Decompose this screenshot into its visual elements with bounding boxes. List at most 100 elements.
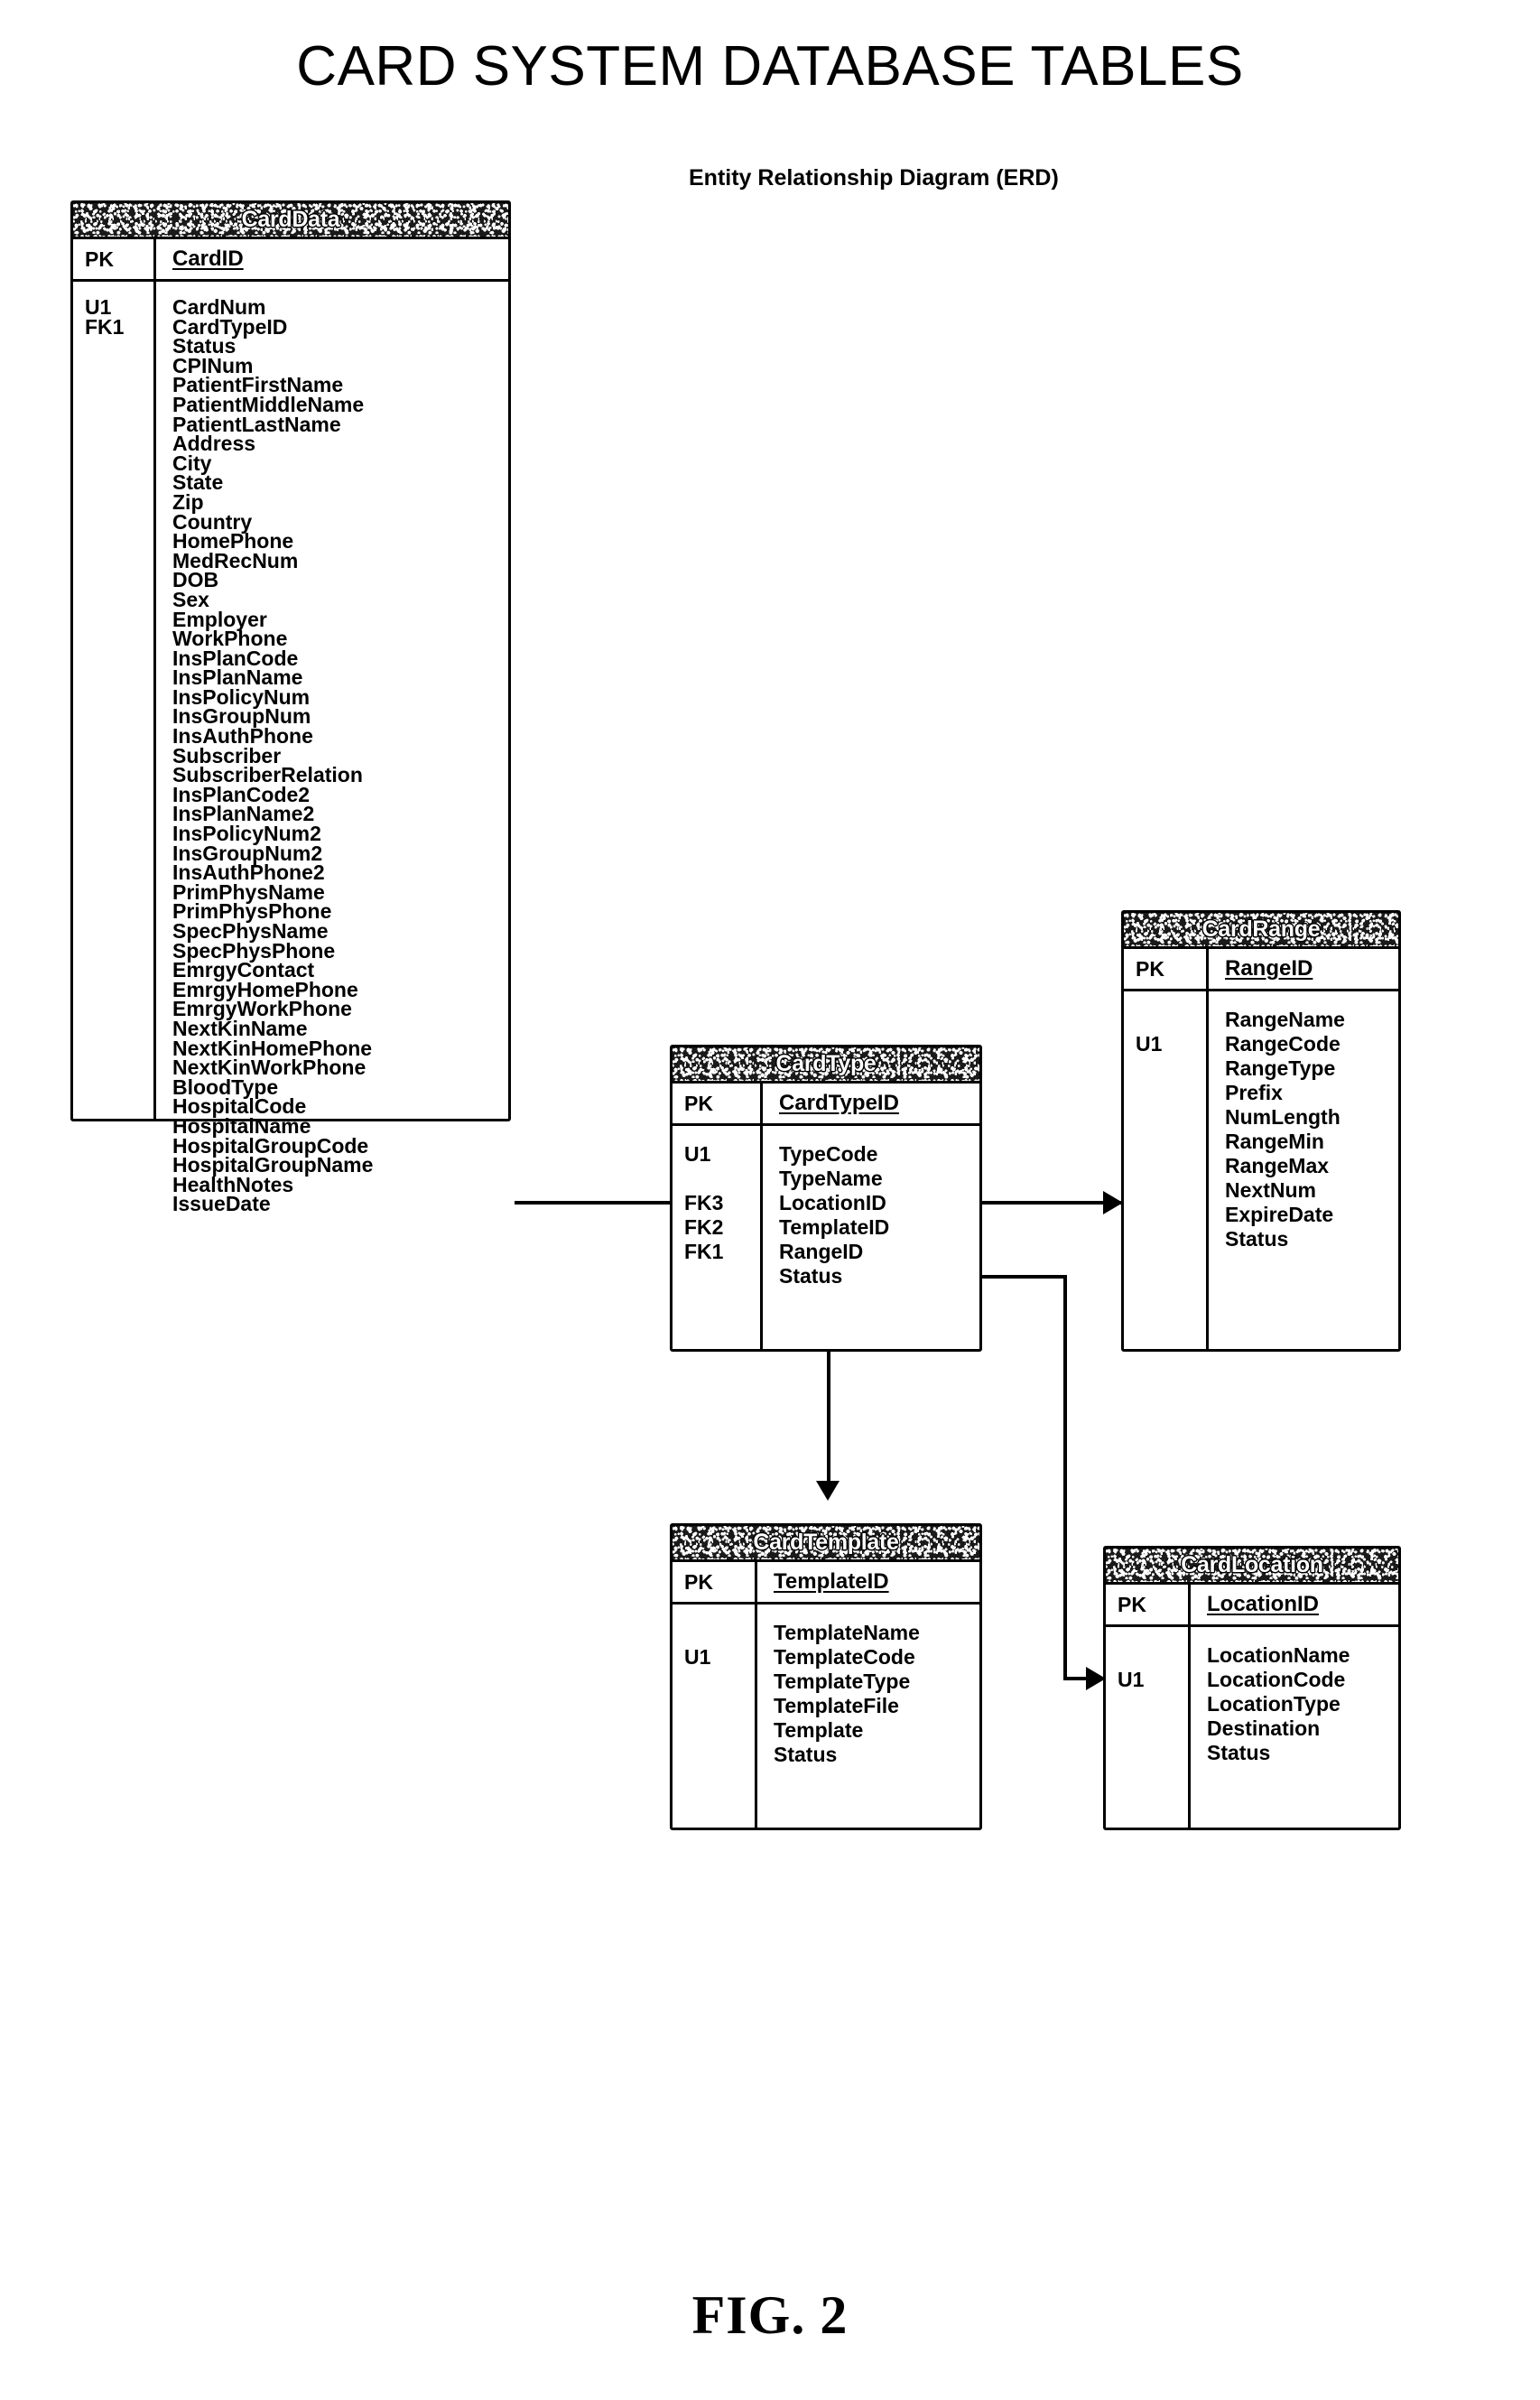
entity-cardtemplate-flag <box>684 1621 755 1645</box>
entity-carddata-flags: U1 FK1 <box>73 282 156 1119</box>
entity-carddata-flag: FK1 <box>85 314 125 339</box>
entity-cardtemplate-pk-flag: PK <box>673 1562 757 1602</box>
entity-cardrange-flag <box>1136 1056 1206 1081</box>
entity-cardrange-flag <box>1136 1178 1206 1203</box>
entity-attribute: NumLength <box>1225 1105 1341 1129</box>
relationship-arrow-cardtype-cardtemplate <box>816 1481 840 1501</box>
entity-cardrange-attributes: RangeName RangeCode RangeType Prefix Num… <box>1209 991 1345 1349</box>
entity-carddata-pk-field: CardID <box>172 247 244 271</box>
entity-cardrange-flag <box>1136 1130 1206 1154</box>
entity-attribute: Prefix <box>1225 1081 1283 1104</box>
entity-cardtype-flag: FK3 <box>684 1191 724 1214</box>
relationship-line-cardtype-cardlocation-top <box>980 1275 1067 1279</box>
entity-cardrange-pk-field: RangeID <box>1225 956 1313 981</box>
entity-carddata-attributes: CardNum CardTypeID Status CPINum Patient… <box>156 282 373 1214</box>
entity-cardlocation-flag <box>1118 1716 1188 1741</box>
entity-attribute: Status <box>1207 1741 1271 1764</box>
entity-cardtemplate-name: CardTemplate <box>753 1530 899 1555</box>
entity-carddata-body: U1 FK1 CardNum CardTypeID Status CPINum … <box>73 282 508 1214</box>
entity-attribute: NextNum <box>1225 1178 1316 1202</box>
entity-attribute: TypeName <box>779 1167 883 1190</box>
entity-cardtype-flag: FK1 <box>684 1240 724 1263</box>
entity-cardrange-flag <box>1136 1203 1206 1227</box>
entity-cardtype-pk-field: CardTypeID <box>779 1091 899 1115</box>
entity-attribute: TemplateCode <box>774 1645 915 1669</box>
entity-cardlocation-pk-field: LocationID <box>1207 1592 1319 1616</box>
entity-attribute: RangeMax <box>1225 1154 1330 1177</box>
entity-cardlocation-flag <box>1118 1741 1188 1765</box>
entity-cardtype-attributes: TypeCode TypeName LocationID TemplateID … <box>763 1126 889 1349</box>
entity-cardrange-name: CardRange <box>1201 916 1321 942</box>
entity-attribute: TypeCode <box>779 1142 878 1166</box>
entity-cardtype-body: U1 FK3 FK2 FK1 TypeCode TypeName Locatio… <box>673 1126 979 1349</box>
entity-attribute: IssueDate <box>172 1192 271 1216</box>
entity-cardlocation-name: CardLocation <box>1181 1552 1323 1577</box>
entity-cardtype-flag: FK2 <box>684 1215 724 1239</box>
entity-cardrange-header: CardRange <box>1124 913 1398 949</box>
entity-cardtemplate-flags: U1 <box>673 1605 757 1828</box>
entity-cardrange-flag <box>1136 1154 1206 1178</box>
entity-attribute: TemplateFile <box>774 1694 899 1717</box>
entity-attribute: TemplateID <box>779 1215 890 1239</box>
entity-cardrange-flag <box>1136 1081 1206 1105</box>
entity-attribute: RangeName <box>1225 1008 1345 1031</box>
entity-cardrange-flag <box>1136 1008 1206 1032</box>
entity-cardtype-flag <box>684 1167 760 1191</box>
entity-cardtemplate-pk-field: TemplateID <box>774 1569 889 1594</box>
relationship-line-cardtype-cardrange <box>980 1201 1123 1205</box>
entity-attribute: LocationID <box>779 1191 886 1214</box>
entity-cardrange-body: U1 RangeName RangeCode RangeType Prefix … <box>1124 991 1398 1349</box>
entity-cardtype-flags: U1 FK3 FK2 FK1 <box>673 1126 763 1349</box>
entity-attribute: RangeID <box>779 1240 864 1263</box>
entity-cardtype-key-row: PK CardTypeID <box>673 1084 979 1126</box>
entity-cardrange[interactable]: CardRange PK RangeID U1 RangeName RangeC… <box>1121 910 1401 1352</box>
diagram-subtitle: Entity Relationship Diagram (ERD) <box>689 165 1059 191</box>
entity-cardtype-pk-flag: PK <box>673 1084 763 1123</box>
entity-cardtype-header: CardType <box>673 1047 979 1084</box>
entity-attribute: TemplateType <box>774 1670 911 1693</box>
entity-cardrange-flag <box>1136 1105 1206 1130</box>
entity-carddata-header: CardData <box>73 203 508 239</box>
entity-attribute: LocationCode <box>1207 1668 1346 1691</box>
entity-attribute: RangeMin <box>1225 1130 1324 1153</box>
entity-cardtemplate-key-row: PK TemplateID <box>673 1562 979 1605</box>
entity-cardtemplate[interactable]: CardTemplate PK TemplateID U1 TemplateNa… <box>670 1523 982 1830</box>
entity-cardlocation-flag: U1 <box>1118 1668 1145 1691</box>
entity-attribute: RangeCode <box>1225 1032 1341 1056</box>
relationship-arrow-cardtype-cardrange <box>1103 1191 1123 1214</box>
entity-cardlocation-flag <box>1118 1643 1188 1668</box>
entity-cardlocation-body: U1 LocationName LocationCode LocationTyp… <box>1106 1627 1398 1828</box>
entity-attribute: TemplateName <box>774 1621 920 1644</box>
entity-cardlocation[interactable]: CardLocation PK LocationID U1 LocationNa… <box>1103 1546 1401 1830</box>
entity-cardlocation-pk-flag: PK <box>1106 1585 1191 1624</box>
entity-carddata-key-row: PK CardID <box>73 239 508 282</box>
entity-cardlocation-flags: U1 <box>1106 1627 1191 1828</box>
entity-cardtype-flag <box>684 1264 760 1288</box>
entity-carddata-name: CardData <box>241 207 340 232</box>
entity-attribute: Destination <box>1207 1716 1321 1740</box>
entity-cardrange-key-row: PK RangeID <box>1124 949 1398 991</box>
entity-cardtemplate-flag: U1 <box>684 1645 711 1669</box>
entity-cardrange-flag: U1 <box>1136 1032 1163 1056</box>
page-title: CARD SYSTEM DATABASE TABLES <box>296 35 1244 98</box>
entity-cardlocation-header: CardLocation <box>1106 1549 1398 1585</box>
entity-attribute: Status <box>1225 1227 1289 1251</box>
entity-attribute: Status <box>779 1264 843 1288</box>
entity-cardtemplate-body: U1 TemplateName TemplateCode TemplateTyp… <box>673 1605 979 1828</box>
entity-cardlocation-flag <box>1118 1692 1188 1716</box>
entity-attribute: LocationName <box>1207 1643 1350 1667</box>
entity-attribute: Status <box>774 1743 838 1766</box>
entity-attribute: RangeType <box>1225 1056 1336 1080</box>
entity-attribute: LocationType <box>1207 1692 1341 1716</box>
relationship-line-cardtype-cardlocation-vertical <box>1063 1275 1067 1680</box>
entity-cardtemplate-flag <box>684 1670 755 1694</box>
entity-cardtype-name: CardType <box>775 1051 877 1076</box>
entity-carddata[interactable]: CardData PK CardID U1 FK1 CardNum CardTy… <box>70 200 511 1214</box>
entity-cardrange-flag <box>1136 1227 1206 1251</box>
entity-cardtemplate-header: CardTemplate <box>673 1526 979 1562</box>
entity-cardtype[interactable]: CardType PK CardTypeID U1 FK3 FK2 FK1 Ty… <box>670 1045 982 1352</box>
figure-caption: FIG. 2 <box>691 2285 849 2345</box>
entity-attribute: Template <box>774 1718 864 1742</box>
entity-cardtemplate-attributes: TemplateName TemplateCode TemplateType T… <box>757 1605 920 1828</box>
entity-cardtemplate-flag <box>684 1694 755 1718</box>
